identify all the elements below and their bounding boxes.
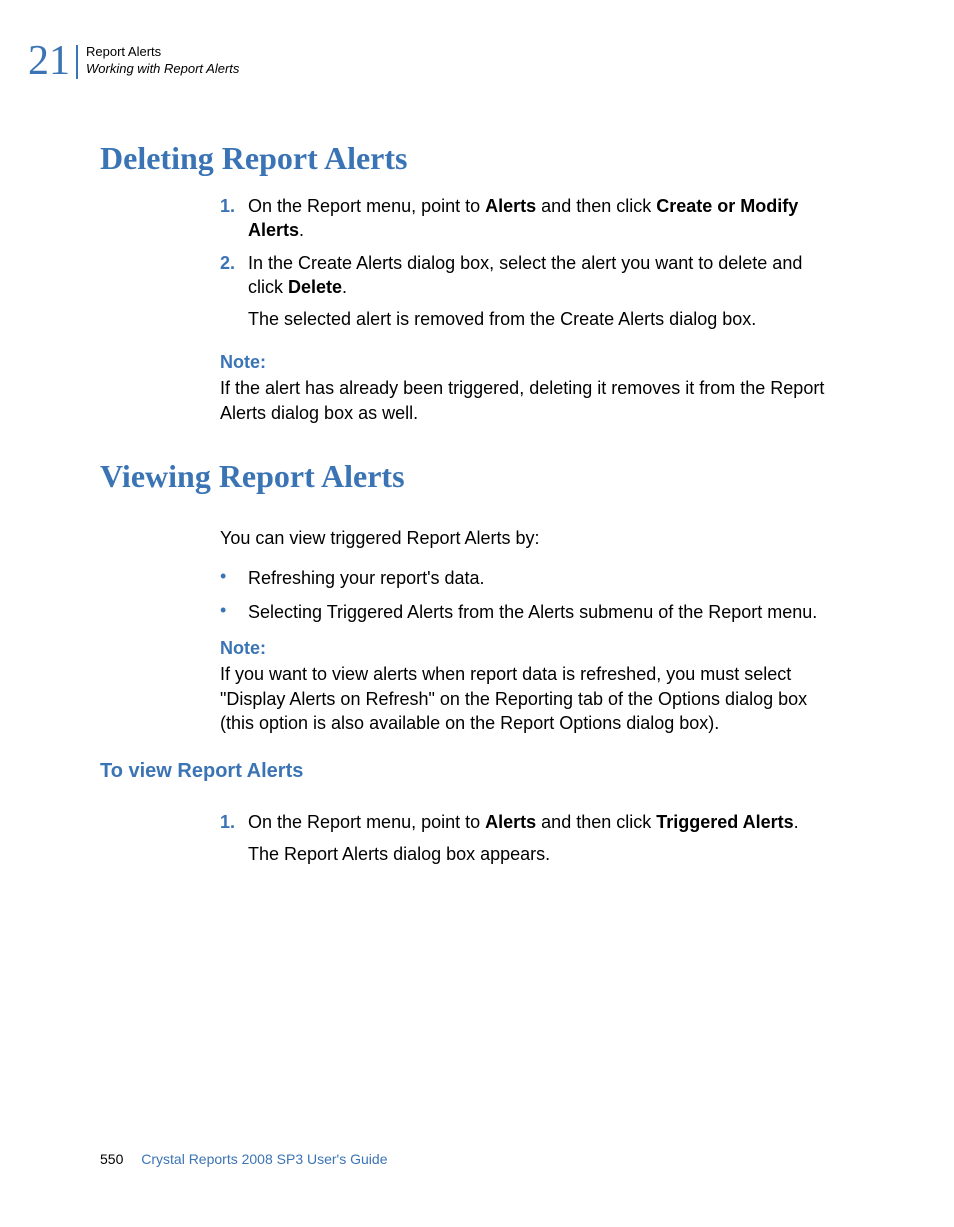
note-label: Note: <box>220 636 840 660</box>
list-item: 2. In the Create Alerts dialog box, sele… <box>220 251 840 300</box>
bullet-icon: • <box>220 600 248 624</box>
text-fragment: . <box>342 277 347 297</box>
text-bold: Triggered Alerts <box>656 812 793 832</box>
section1-steps: 1. On the Report menu, point to Alerts a… <box>220 194 840 333</box>
text-fragment: . <box>299 220 304 240</box>
section1-note: Note: If the alert has already been trig… <box>220 350 840 425</box>
step-number: 2. <box>220 251 248 300</box>
text-fragment: and then click <box>536 812 656 832</box>
bullet-text: Selecting Triggered Alerts from the Aler… <box>248 600 840 624</box>
note-text: If the alert has already been triggered,… <box>220 376 840 425</box>
page-number: 550 <box>100 1151 123 1167</box>
section2-intro: You can view triggered Report Alerts by: <box>220 526 840 550</box>
header-divider <box>76 45 78 79</box>
list-item: 1. On the Report menu, point to Alerts a… <box>220 194 840 243</box>
step-result: The Report Alerts dialog box appears. <box>248 842 840 866</box>
section2-note: Note: If you want to view alerts when re… <box>220 636 840 735</box>
text-bold: Delete <box>288 277 342 297</box>
text-bold: Alerts <box>485 812 536 832</box>
text-bold: Alerts <box>485 196 536 216</box>
bullet-text: Refreshing your report's data. <box>248 566 840 590</box>
chapter-number: 21 <box>28 40 76 82</box>
section2-bullets: • Refreshing your report's data. • Selec… <box>220 560 840 635</box>
text-fragment: . <box>794 812 799 832</box>
step-number: 1. <box>220 810 248 834</box>
text-fragment: On the Report menu, point to <box>248 812 485 832</box>
text-fragment: and then click <box>536 196 656 216</box>
note-text: If you want to view alerts when report d… <box>220 662 840 735</box>
section2-steps: 1. On the Report menu, point to Alerts a… <box>220 810 840 869</box>
header-chapter-title: Report Alerts <box>86 44 239 61</box>
step-text: On the Report menu, point to Alerts and … <box>248 810 840 834</box>
step-number: 1. <box>220 194 248 243</box>
page-header: 21 Report Alerts Working with Report Ale… <box>28 40 239 82</box>
header-section-title: Working with Report Alerts <box>86 61 239 78</box>
footer-title: Crystal Reports 2008 SP3 User's Guide <box>141 1151 387 1167</box>
page-footer: 550 Crystal Reports 2008 SP3 User's Guid… <box>100 1151 387 1167</box>
note-label: Note: <box>220 350 840 374</box>
step-text: In the Create Alerts dialog box, select … <box>248 251 840 300</box>
header-text: Report Alerts Working with Report Alerts <box>86 44 239 78</box>
heading-viewing-report-alerts: Viewing Report Alerts <box>100 458 405 495</box>
subheading-to-view-report-alerts: To view Report Alerts <box>100 760 303 783</box>
list-item: 1. On the Report menu, point to Alerts a… <box>220 810 840 834</box>
step-result: The selected alert is removed from the C… <box>248 307 840 331</box>
list-item: • Selecting Triggered Alerts from the Al… <box>220 600 840 624</box>
heading-deleting-report-alerts: Deleting Report Alerts <box>100 140 407 177</box>
list-item: • Refreshing your report's data. <box>220 566 840 590</box>
bullet-icon: • <box>220 566 248 590</box>
text-fragment: On the Report menu, point to <box>248 196 485 216</box>
step-text: On the Report menu, point to Alerts and … <box>248 194 840 243</box>
